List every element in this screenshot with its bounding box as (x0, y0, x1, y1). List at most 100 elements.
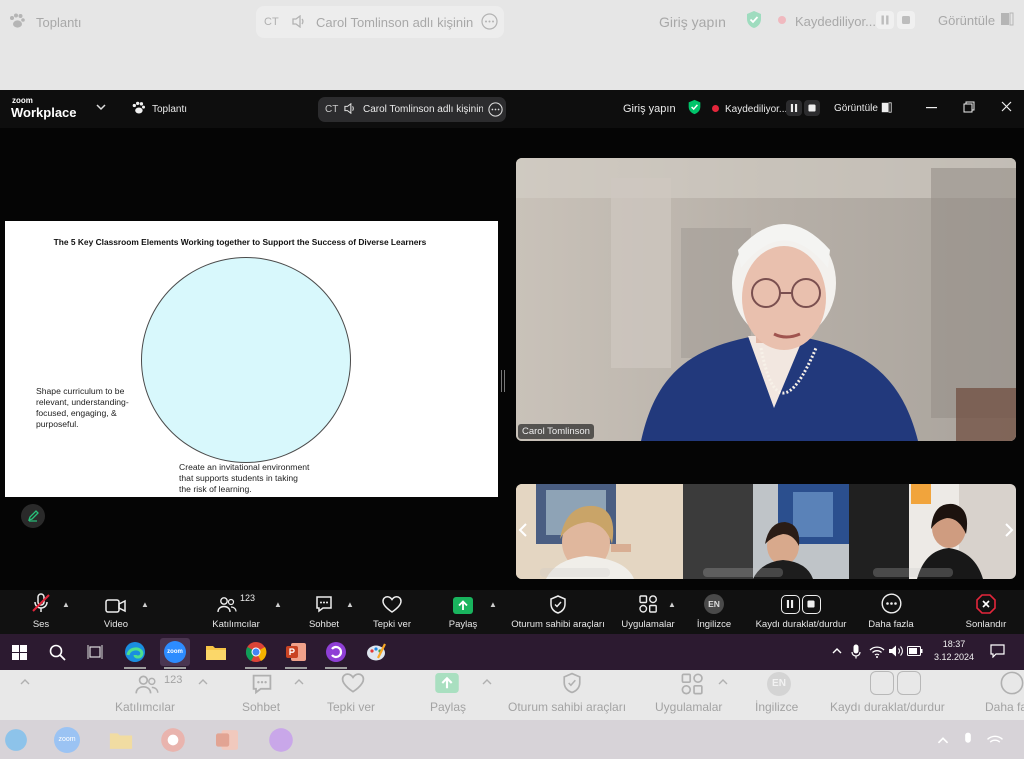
pause-icon (870, 671, 894, 695)
volume-icon[interactable] (888, 644, 903, 658)
ghost-meeting-label: Toplantı (36, 15, 82, 30)
ghost-recording: Kaydediliyor... (795, 14, 876, 29)
participants-icon (135, 674, 159, 696)
start-windows-icon[interactable] (4, 638, 34, 666)
participant-gallery-strip (516, 484, 1016, 579)
stop-icon (897, 671, 921, 695)
audio-button[interactable]: Ses (24, 590, 58, 634)
zoom-meeting-window: zoom Workplace Toplantı CT Carol Tomlins… (0, 90, 1024, 634)
share-options-chevron[interactable]: ▲ (489, 600, 497, 609)
view-layout-icon (1000, 12, 1014, 26)
record-controls-button[interactable]: Kaydı duraklat/durdur (750, 590, 852, 634)
participants-icon (217, 597, 237, 613)
ghost-zoom-app-icon: zoom (54, 727, 80, 753)
share-button[interactable]: Paylaş (444, 590, 482, 634)
panel-splitter-handle[interactable] (501, 370, 505, 392)
stop-recording-button[interactable] (804, 100, 820, 116)
recording-dot-icon (712, 105, 719, 112)
chevron-down-icon[interactable] (96, 104, 106, 111)
speaker-name-tag: Carol Tomlinson (518, 424, 594, 439)
share-initials: CT (325, 104, 339, 115)
end-meeting-button[interactable]: Sonlandır (961, 590, 1011, 634)
shared-screen-slide: The 5 Key Classroom Elements Working tog… (5, 221, 498, 497)
paint-app-icon[interactable] (361, 638, 391, 666)
gallery-next-arrow[interactable] (1004, 522, 1014, 538)
view-layout-icon[interactable] (881, 102, 892, 113)
notification-center-icon[interactable] (990, 644, 1005, 658)
chrome-browser-icon[interactable] (241, 638, 271, 666)
minimize-icon[interactable] (926, 107, 937, 109)
ghost-participants-label: Katılımcılar (115, 700, 176, 714)
host-tools-label: Oturum sahibi araçları (511, 619, 605, 630)
wifi-icon[interactable] (869, 644, 885, 658)
pdf-app-icon[interactable] (321, 638, 351, 666)
chat-options-chevron[interactable]: ▲ (346, 600, 354, 609)
annotate-pencil-button[interactable] (21, 504, 45, 528)
signin-button[interactable]: Giriş yapın (623, 103, 676, 115)
heart-icon (382, 596, 402, 613)
apps-options-chevron[interactable]: ▲ (668, 600, 676, 609)
active-speaker-video[interactable]: Carol Tomlinson (516, 158, 1016, 441)
record-label: Kaydı duraklat/durdur (755, 619, 847, 630)
gallery-prev-arrow[interactable] (518, 522, 528, 538)
apps-button[interactable]: Uygulamalar (616, 590, 680, 634)
stop-icon (802, 595, 821, 614)
zoom-app-icon[interactable]: zoom (160, 638, 190, 666)
zoom-logo-bottom: Workplace (11, 105, 77, 120)
host-tools-button[interactable]: Oturum sahibi araçları (505, 590, 611, 634)
audio-options-chevron[interactable]: ▲ (62, 600, 70, 609)
chevron-up-icon (718, 678, 728, 685)
participants-button[interactable]: 123 Katılımcılar (206, 590, 266, 634)
powerpoint-icon[interactable] (281, 638, 311, 666)
restore-window-icon[interactable] (963, 101, 975, 113)
ghost-react-label: Tepki ver (327, 700, 376, 714)
video-options-chevron[interactable]: ▲ (141, 600, 149, 609)
view-button[interactable]: Görüntüle (834, 103, 878, 114)
battery-icon[interactable] (907, 646, 923, 656)
search-icon[interactable] (42, 638, 72, 666)
participant-tile[interactable] (683, 484, 849, 579)
more-button[interactable]: Daha fazla (866, 590, 916, 634)
blurred-name-tag (540, 568, 610, 577)
host-shield-icon (562, 672, 582, 694)
wifi-icon (986, 733, 1004, 748)
share-label: Paylaş (448, 619, 478, 630)
ghost-apps-label: Uygulamalar (655, 700, 723, 714)
apps-label: Uygulamalar (621, 619, 675, 630)
participant-tile[interactable] (849, 484, 1016, 579)
more-options-icon (481, 13, 498, 30)
more-options-icon[interactable] (488, 102, 503, 117)
pause-icon (876, 11, 894, 29)
react-label: Tepki ver (372, 619, 411, 630)
shield-check-icon[interactable] (687, 99, 702, 115)
chevron-up-icon (198, 678, 208, 685)
chat-icon (250, 672, 274, 696)
language-button[interactable]: EN İngilizce (692, 590, 736, 634)
system-clock[interactable]: 18:37 3.12.2024 (928, 638, 980, 664)
windows-taskbar: zoom 18:37 3.12.2024 (0, 634, 1024, 670)
edge-browser-icon[interactable] (120, 638, 150, 666)
close-icon[interactable] (1001, 101, 1012, 112)
speaker-video-frame (516, 158, 1016, 441)
tray-chevron-up-icon (937, 736, 949, 744)
participants-options-chevron[interactable]: ▲ (274, 600, 282, 609)
blurred-name-tag (873, 568, 953, 577)
pause-recording-button[interactable] (786, 100, 802, 116)
ghost-more-label: Daha fazla (985, 700, 1024, 714)
speaker-icon (292, 15, 306, 28)
chat-button[interactable]: Sohbet (306, 590, 342, 634)
speaker-icon (344, 103, 356, 114)
participant-tile[interactable] (516, 484, 683, 579)
tray-mic-icon[interactable] (851, 644, 861, 659)
language-code-badge: EN (704, 594, 724, 614)
active-app-underline (124, 667, 146, 669)
zoom-app-badge: zoom (164, 641, 186, 663)
video-button[interactable]: Video (96, 590, 136, 634)
mic-muted-icon (32, 593, 50, 612)
tray-chevron-up-icon[interactable] (832, 647, 842, 654)
react-button[interactable]: Tepki ver (370, 590, 414, 634)
file-explorer-icon[interactable] (201, 638, 231, 666)
more-label: Daha fazla (868, 619, 914, 630)
pdf-app-icon (268, 727, 294, 753)
task-view-icon[interactable] (80, 638, 110, 666)
